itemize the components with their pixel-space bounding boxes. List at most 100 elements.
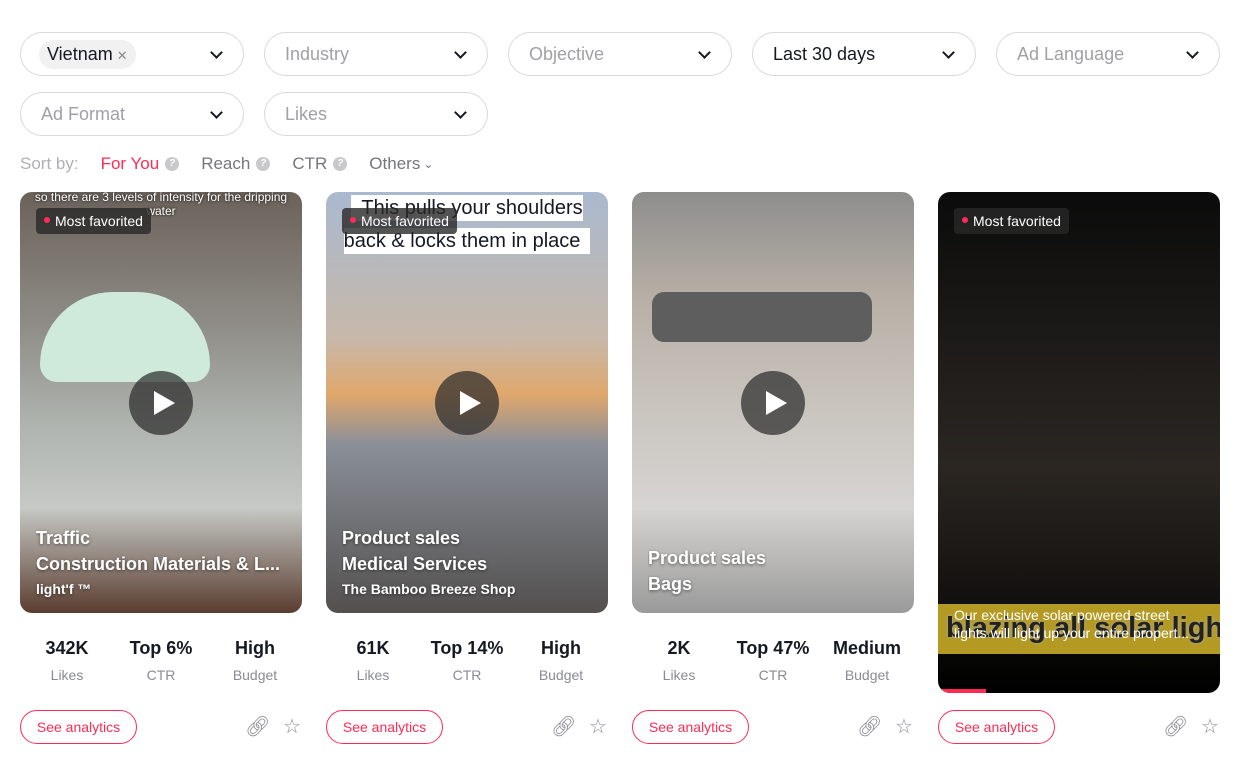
card-industry: Bags <box>648 574 693 594</box>
stat-value: Top 6% <box>129 638 193 658</box>
sort-reach[interactable]: Reach? <box>201 154 271 174</box>
chevron-down-icon <box>942 46 955 59</box>
video-progress-bar[interactable] <box>938 689 986 693</box>
stat-value: Medium <box>832 638 901 658</box>
link-icon[interactable]: 🔗︎ <box>551 716 576 738</box>
remove-tag-icon[interactable]: ✕ <box>117 48 128 63</box>
filter-label: Ad Language <box>1017 43 1125 64</box>
card-stats: 342K Likes Top 6% CTR High Budget <box>20 638 302 683</box>
filter-label: Likes <box>285 103 328 124</box>
stat-value: High <box>235 638 275 658</box>
video-caption: Our exclusive solar powered street light… <box>954 607 1189 641</box>
card-industry: Construction Materials & L... <box>36 554 281 574</box>
stat-label: Budget <box>232 667 278 683</box>
stat-label: CTR <box>146 667 176 683</box>
chevron-down-icon <box>1186 46 1199 59</box>
stat-label: Likes <box>356 667 390 683</box>
filter-label: Objective <box>529 43 605 64</box>
chevron-down-icon <box>210 106 223 119</box>
filter-label: Industry <box>285 43 350 64</box>
help-icon[interactable]: ? <box>256 157 271 171</box>
link-icon[interactable]: 🔗︎ <box>245 716 270 738</box>
play-icon[interactable] <box>741 371 805 435</box>
star-icon[interactable]: ☆ <box>893 716 915 738</box>
video-thumbnail <box>652 292 872 342</box>
likes-stat: 61K Likes <box>326 638 420 683</box>
stat-value: 61K <box>356 638 390 658</box>
most-favorited-badge: Most favorited <box>342 208 457 234</box>
filter-industry[interactable]: Industry <box>264 32 488 76</box>
video-thumbnail <box>40 292 210 382</box>
star-icon[interactable]: ☆ <box>587 716 609 738</box>
likes-stat: 2K Likes <box>632 638 726 683</box>
see-analytics-button[interactable]: See analytics <box>632 710 749 744</box>
sort-label: Sort by: <box>20 154 79 173</box>
help-icon[interactable]: ? <box>165 157 180 171</box>
see-analytics-button[interactable]: See analytics <box>326 710 443 744</box>
chevron-down-icon <box>698 46 711 59</box>
play-icon[interactable] <box>435 371 499 435</box>
play-icon[interactable] <box>129 371 193 435</box>
chevron-down-icon <box>454 46 467 59</box>
chevron-down-icon <box>454 106 467 119</box>
card-brand: The Bamboo Breeze Shop <box>342 581 516 597</box>
ad-card-video-playing[interactable]: Most favorited blazing all solar light O… <box>938 192 1220 693</box>
sort-bar: Sort by: For You? Reach? CTR? Others ⌄ <box>20 154 455 174</box>
star-icon[interactable]: ☆ <box>281 716 303 738</box>
stat-label: Budget <box>844 667 890 683</box>
sort-others[interactable]: Others ⌄ <box>369 154 433 174</box>
stat-label: CTR <box>758 667 788 683</box>
chevron-down-icon <box>210 46 223 59</box>
card-objective: Traffic <box>36 528 91 548</box>
ad-card-video[interactable]: Product sales Bags <box>632 192 914 613</box>
see-analytics-button[interactable]: See analytics <box>20 710 137 744</box>
card-brand: light'f ™ <box>36 581 92 597</box>
stat-label: CTR <box>452 667 482 683</box>
filter-ad-language[interactable]: Ad Language <box>996 32 1220 76</box>
filter-label: Ad Format <box>41 103 126 124</box>
stat-label: Budget <box>538 667 584 683</box>
filter-date-range[interactable]: Last 30 days <box>752 32 976 76</box>
ad-card-video[interactable]: so there are 3 levels of intensity for t… <box>20 192 302 613</box>
sort-option-label: For You <box>100 154 160 173</box>
card-stats: 61K Likes Top 14% CTR High Budget <box>326 638 608 683</box>
card-stats: 2K Likes Top 47% CTR Medium Budget <box>632 638 914 683</box>
link-icon[interactable]: 🔗︎ <box>857 716 882 738</box>
filter-objective[interactable]: Objective <box>508 32 732 76</box>
filter-country[interactable]: Vietnam ✕ <box>20 32 244 76</box>
chevron-down-icon: ⌄ <box>423 157 434 171</box>
ad-card-video[interactable]: This pulls your shoulders back & locks t… <box>326 192 608 613</box>
caption-banner: blazing all solar light Our exclusive so… <box>938 604 1220 654</box>
likes-stat: 342K Likes <box>20 638 114 683</box>
sort-option-label: Reach <box>201 154 251 173</box>
ctr-stat: Top 6% CTR <box>114 638 208 683</box>
card-info: Traffic Construction Materials & L... ligh… <box>36 525 280 597</box>
most-favorited-badge: Most favorited <box>954 208 1069 234</box>
card-objective: Product sales <box>648 548 767 568</box>
sort-ctr[interactable]: CTR? <box>292 154 348 174</box>
star-icon[interactable]: ☆ <box>1199 716 1221 738</box>
card-industry: Medical Services <box>342 554 488 574</box>
sort-for-you[interactable]: For You? <box>101 154 180 174</box>
ctr-stat: Top 47% CTR <box>726 638 820 683</box>
stat-value: 2K <box>667 638 691 658</box>
ctr-stat: Top 14% CTR <box>420 638 514 683</box>
stat-label: Likes <box>662 667 696 683</box>
stat-value: Top 14% <box>430 638 504 658</box>
stat-value: High <box>541 638 581 658</box>
budget-stat: High Budget <box>514 638 608 683</box>
card-info: Product sales Bags <box>648 545 766 597</box>
stat-value: 342K <box>45 638 89 658</box>
stat-label: Likes <box>50 667 84 683</box>
filter-likes[interactable]: Likes <box>264 92 488 136</box>
link-icon[interactable]: 🔗︎ <box>1163 716 1188 738</box>
help-icon[interactable]: ? <box>333 157 348 171</box>
most-favorited-badge: Most favorited <box>36 208 151 234</box>
sort-option-label: Others <box>369 154 421 173</box>
sort-option-label: CTR <box>292 154 328 173</box>
filter-ad-format[interactable]: Ad Format <box>20 92 244 136</box>
card-info: Product sales Medical Services The Bamboo … <box>342 525 515 597</box>
country-tag: Vietnam ✕ <box>39 39 136 69</box>
see-analytics-button[interactable]: See analytics <box>938 710 1055 744</box>
filter-label: Last 30 days <box>773 43 876 64</box>
